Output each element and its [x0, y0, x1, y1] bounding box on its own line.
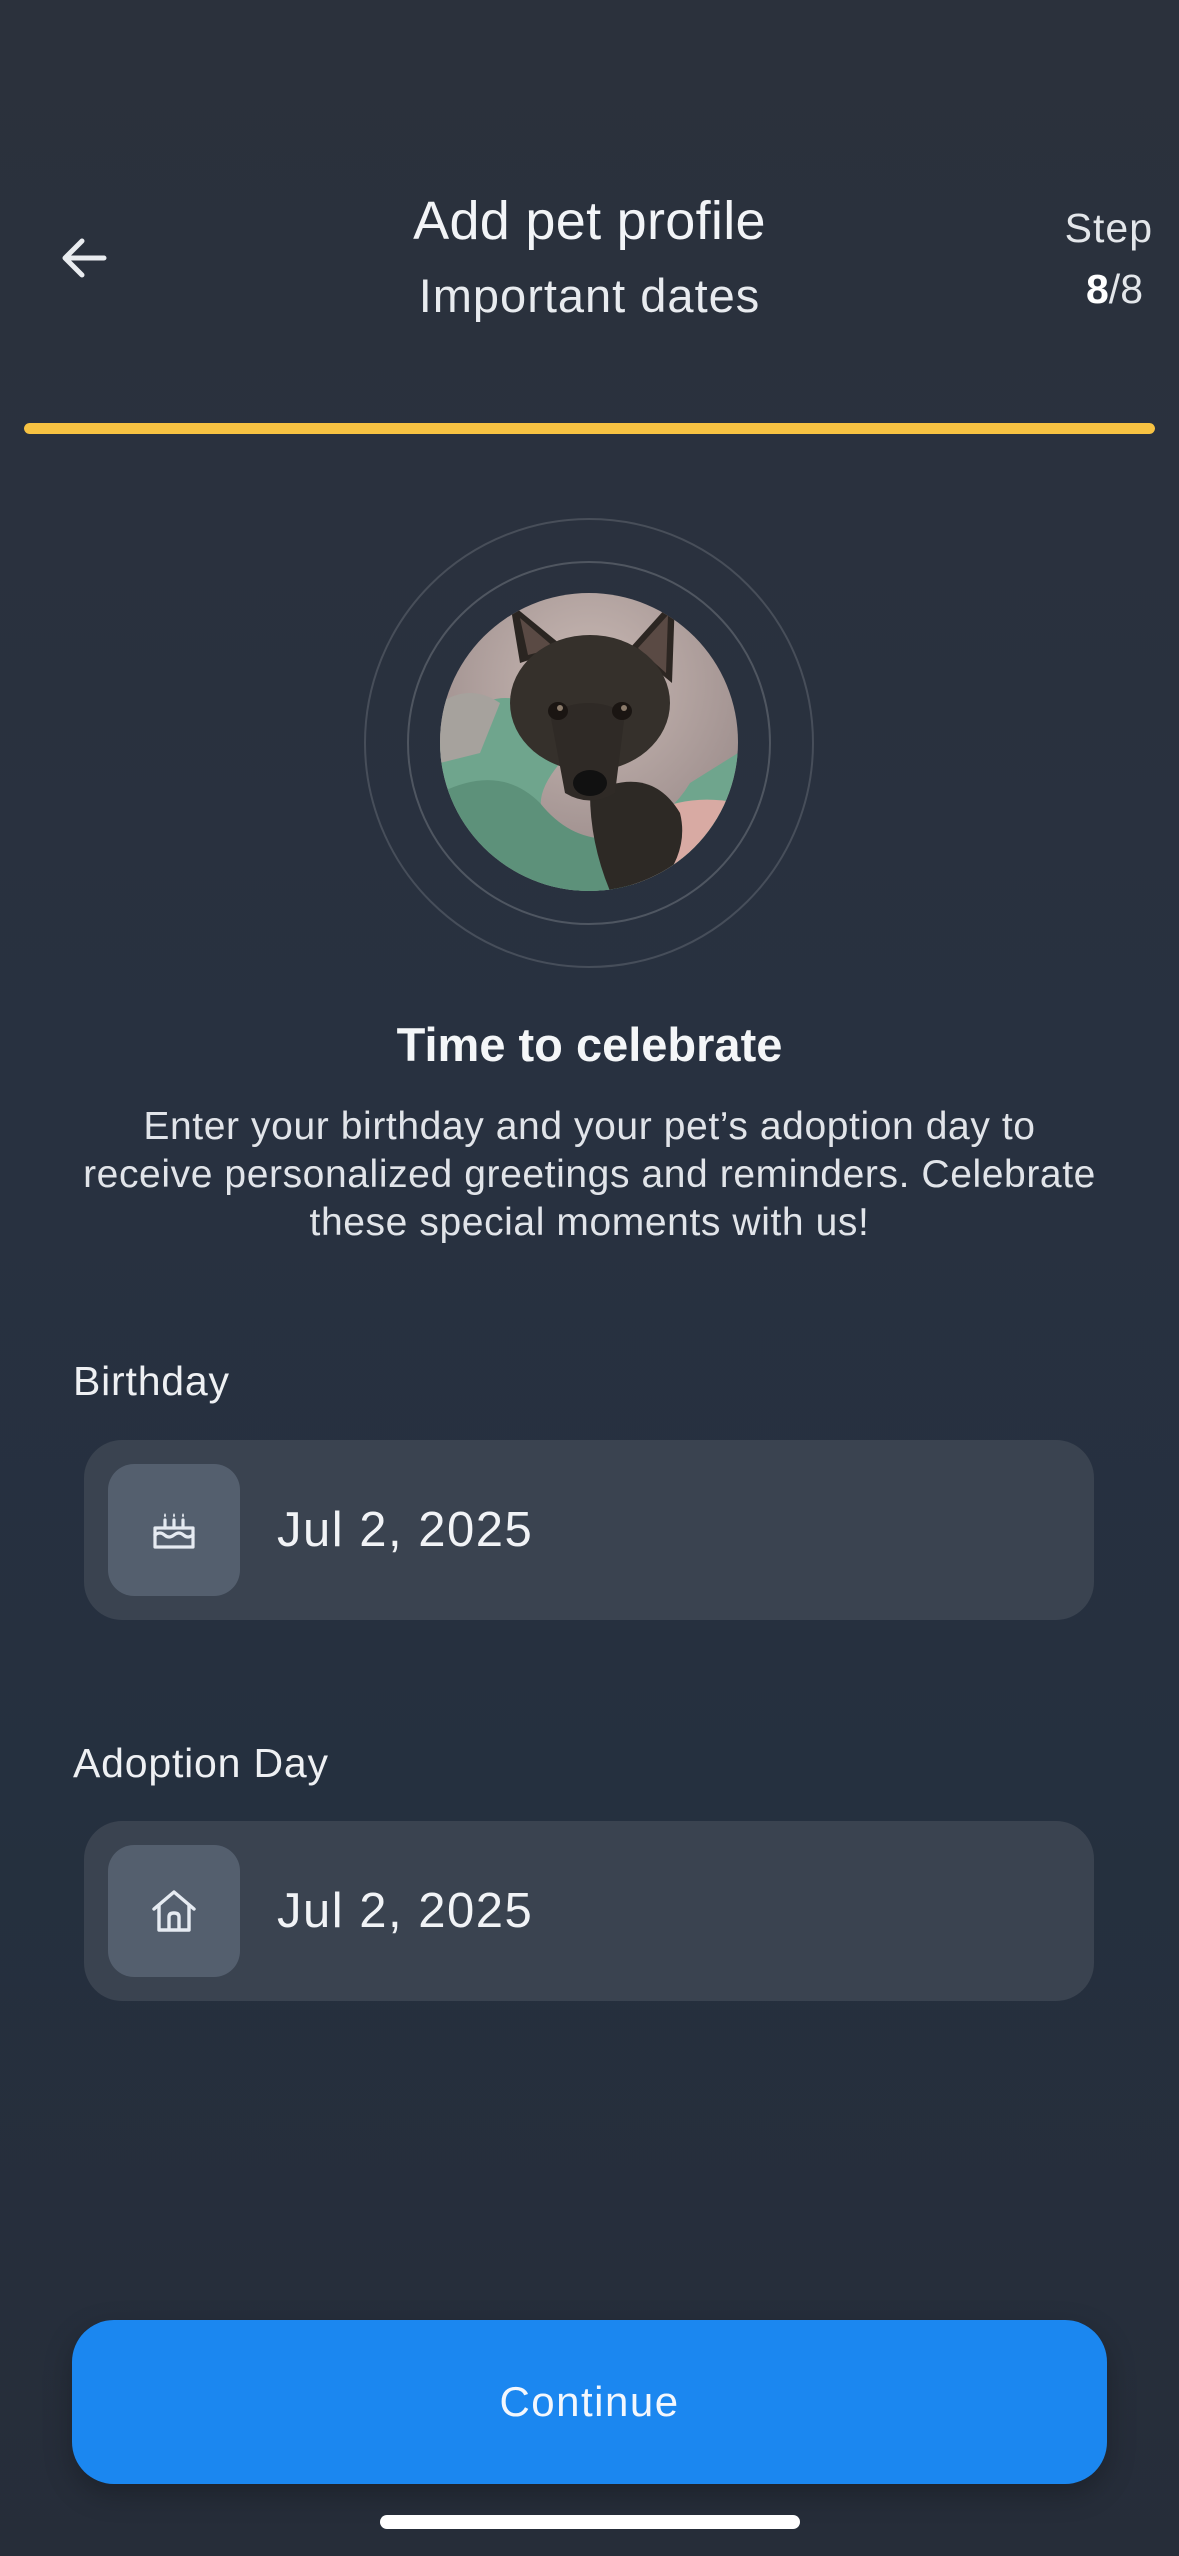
pet-photo	[440, 593, 738, 891]
progress-bar	[24, 423, 1155, 434]
home-indicator	[380, 2515, 800, 2529]
continue-button[interactable]: Continue	[72, 2320, 1107, 2484]
home-icon	[152, 1890, 196, 1932]
pet-avatar[interactable]	[440, 593, 738, 891]
birthday-label: Birthday	[73, 1358, 230, 1404]
page-title: Add pet profile	[413, 191, 766, 251]
birthday-date-field[interactable]: Jul 2, 2025	[84, 1440, 1094, 1620]
adoption-day-label: Adoption Day	[73, 1740, 329, 1786]
birthday-icon-tile	[108, 1464, 240, 1596]
birthday-value: Jul 2, 2025	[277, 1503, 534, 1557]
cake-icon	[153, 1513, 195, 1549]
progress-bar-fill	[24, 423, 1155, 434]
section-description: Enter your birthday and your pet’s adopt…	[83, 1105, 1096, 1244]
section-title: Time to celebrate	[396, 1018, 783, 1071]
step-counter: 8/8	[1086, 266, 1143, 313]
adoption-date-field[interactable]: Jul 2, 2025	[84, 1821, 1094, 2001]
step-label: Step	[1064, 205, 1153, 251]
step-current: 8	[1085, 266, 1109, 312]
step-total: /8	[1108, 266, 1143, 312]
page-subtitle: Important dates	[418, 269, 761, 322]
adoption-day-value: Jul 2, 2025	[277, 1884, 534, 1938]
adoption-icon-tile	[108, 1845, 240, 1977]
